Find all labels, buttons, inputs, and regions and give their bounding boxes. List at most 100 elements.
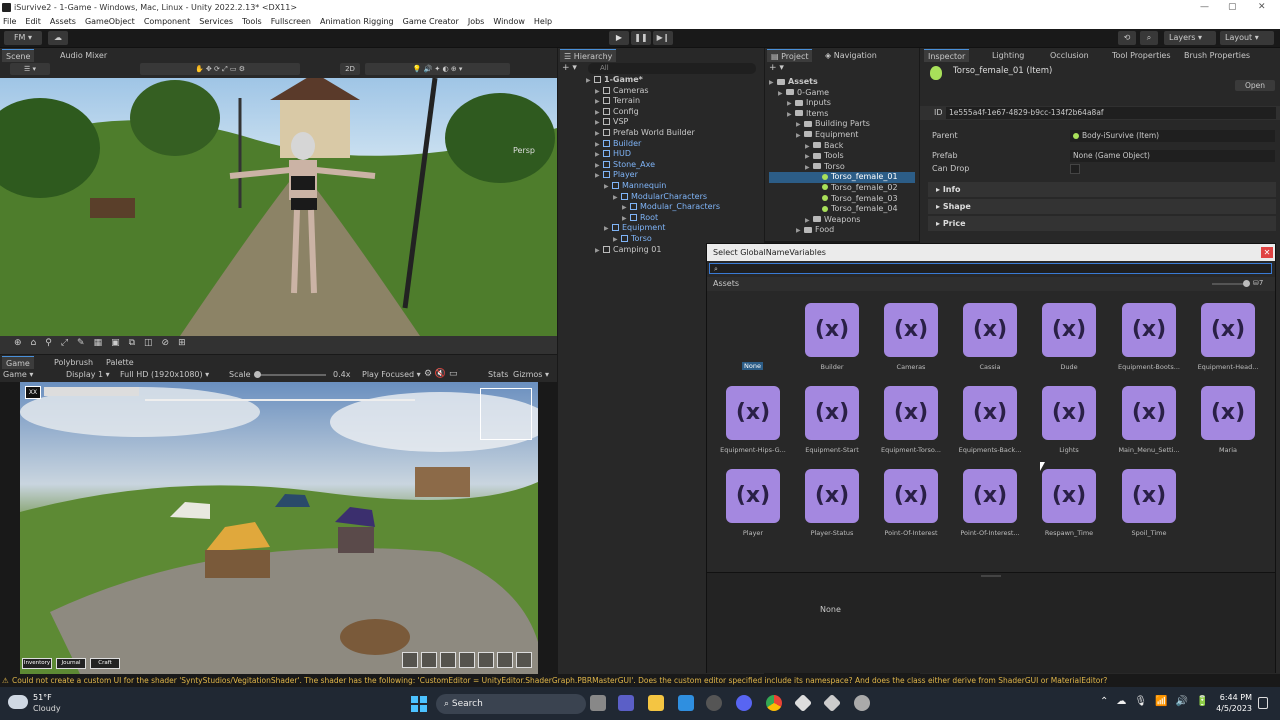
assets-tab-label[interactable]: Assets xyxy=(713,279,739,288)
tab-game[interactable]: Game xyxy=(2,356,34,369)
menu-item-game-creator[interactable]: Game Creator xyxy=(403,15,459,29)
menu-item-tools[interactable]: Tools xyxy=(242,15,262,29)
variable-icon[interactable]: (x) xyxy=(1201,303,1255,357)
menu-item-window[interactable]: Window xyxy=(493,15,525,29)
menu-item-fullscreen[interactable]: Fullscreen xyxy=(271,15,311,29)
variable-icon[interactable]: (x) xyxy=(963,386,1017,440)
hierarchy-item[interactable]: ▶ VSP xyxy=(586,117,761,128)
polybrush-tools-icon[interactable]: ⊕⌂⚲⤢✎▦▣⧉◫⊘⊞ xyxy=(14,338,195,348)
section-info[interactable]: ▸ Info xyxy=(928,182,1276,197)
hierarchy-item[interactable]: ▶ Cameras xyxy=(586,86,761,97)
minimize-icon[interactable]: — xyxy=(1200,0,1209,15)
console-status-bar[interactable]: ⚠ Could not create a custom UI for the sh… xyxy=(0,675,1280,687)
expand-arrow-icon[interactable]: ▶ xyxy=(778,89,786,100)
github-icon[interactable] xyxy=(706,695,722,711)
hierarchy-item[interactable]: ▶ Modular_Characters xyxy=(586,202,761,213)
project-item[interactable]: ▶ Items xyxy=(769,109,915,120)
2d-toggle[interactable]: 2D xyxy=(340,63,360,75)
hierarchy-item[interactable]: ▶ Prefab World Builder xyxy=(586,128,761,139)
project-item[interactable]: ▶ Inputs xyxy=(769,98,915,109)
tab-navigation[interactable]: ◈ Navigation xyxy=(821,49,881,62)
menu-item-edit[interactable]: Edit xyxy=(25,15,41,29)
project-item[interactable]: Torso_female_04 xyxy=(769,204,915,215)
history-icon[interactable]: ⟲ xyxy=(1118,31,1136,45)
play-button[interactable]: ▶ xyxy=(609,31,629,45)
variable-icon[interactable]: (x) xyxy=(1122,386,1176,440)
section-shape[interactable]: ▸ Shape xyxy=(928,199,1276,214)
tab-project[interactable]: ▤ Project xyxy=(767,49,813,62)
menu-item-jobs[interactable]: Jobs xyxy=(468,15,485,29)
zoom-slider-thumb[interactable] xyxy=(1243,280,1250,287)
expand-arrow-icon[interactable]: ▶ xyxy=(613,193,621,204)
tab-polybrush[interactable]: Polybrush xyxy=(50,356,97,369)
hierarchy-item[interactable]: ▶ 1-Game* xyxy=(586,75,761,86)
foldout-arrow-icon[interactable]: ▸ xyxy=(936,202,943,211)
hotbar-slot[interactable] xyxy=(497,652,513,668)
project-item[interactable]: Torso_female_03 xyxy=(769,194,915,205)
hierarchy-search-input[interactable]: All xyxy=(588,63,756,74)
search-icon[interactable]: ⌕ xyxy=(1140,31,1158,45)
can-drop-checkbox[interactable] xyxy=(1070,164,1080,174)
tab-audio-mixer[interactable]: Audio Mixer xyxy=(56,49,111,62)
variable-icon[interactable]: (x) xyxy=(1042,303,1096,357)
variable-icon[interactable]: (x) xyxy=(1042,469,1096,523)
scene-tools-button[interactable]: ☰ ▾ xyxy=(10,63,50,75)
project-item[interactable]: ▶ Torso xyxy=(769,162,915,173)
prefab-field[interactable]: None (Game Object) xyxy=(1070,150,1275,162)
variable-icon[interactable]: (x) xyxy=(963,303,1017,357)
project-item[interactable]: ▶ Food xyxy=(769,225,915,236)
layout-dropdown[interactable]: Layout ▾ xyxy=(1220,31,1274,45)
hierarchy-item[interactable]: ▶ ModularCharacters xyxy=(586,192,761,203)
clock-date[interactable]: 4/5/2023 xyxy=(1212,704,1252,713)
hotbar-slot[interactable] xyxy=(402,652,418,668)
tab-tool-properties[interactable]: Tool Properties xyxy=(1108,49,1175,62)
expand-arrow-icon[interactable]: ▶ xyxy=(595,129,603,140)
variable-icon[interactable]: (x) xyxy=(963,469,1017,523)
hotbar-slot[interactable] xyxy=(516,652,532,668)
file-explorer-icon[interactable] xyxy=(648,695,664,711)
tab-scene[interactable]: Scene xyxy=(2,49,35,62)
variable-icon[interactable]: (x) xyxy=(884,386,938,440)
variable-icon[interactable]: (x) xyxy=(1042,386,1096,440)
expand-arrow-icon[interactable]: ▶ xyxy=(595,171,603,182)
maximize-icon[interactable]: ▢ xyxy=(1228,0,1237,15)
hierarchy-item[interactable]: ▶ Stone_Axe xyxy=(586,160,761,171)
project-item[interactable]: ▶ 0-Game xyxy=(769,88,915,99)
menu-item-file[interactable]: File xyxy=(3,15,16,29)
variable-icon[interactable]: (x) xyxy=(1122,469,1176,523)
dialog-close-icon[interactable]: ✕ xyxy=(1261,247,1273,258)
discord-icon[interactable] xyxy=(736,695,752,711)
variable-icon[interactable]: (x) xyxy=(805,303,859,357)
project-item[interactable]: ▶ Back xyxy=(769,141,915,152)
tab-inspector[interactable]: Inspector xyxy=(924,49,970,62)
variable-icon[interactable]: (x) xyxy=(884,469,938,523)
hierarchy-item[interactable]: ▶ Equipment xyxy=(586,223,761,234)
hierarchy-item[interactable]: ▶ Mannequin xyxy=(586,181,761,192)
inventory-button[interactable]: Inventory xyxy=(22,658,52,669)
project-item[interactable]: ▶ Weapons xyxy=(769,215,915,226)
display-dropdown[interactable]: Display 1 ▾ xyxy=(66,370,110,379)
scale-slider[interactable] xyxy=(254,371,326,378)
expand-arrow-icon[interactable]: ▶ xyxy=(604,224,612,235)
unity-editor-icon[interactable] xyxy=(822,693,842,713)
foldout-arrow-icon[interactable]: ▸ xyxy=(936,185,943,194)
hierarchy-item[interactable]: ▶ Player xyxy=(586,170,761,181)
hotbar-slot[interactable] xyxy=(459,652,475,668)
pause-button[interactable]: ❚❚ xyxy=(631,31,651,45)
foldout-arrow-icon[interactable]: ▸ xyxy=(936,219,943,228)
step-button[interactable]: ▶❙ xyxy=(653,31,673,45)
hierarchy-item[interactable]: ▶ Config xyxy=(586,107,761,118)
expand-arrow-icon[interactable]: ▶ xyxy=(769,78,777,89)
layers-dropdown[interactable]: Layers ▾ xyxy=(1164,31,1216,45)
system-tray-icons[interactable]: ⌃☁🎙📶🔊🔋 xyxy=(1100,696,1216,707)
id-field[interactable]: 1e555a4f-1e67-4829-b9cc-134f2b64a8af xyxy=(946,107,1276,119)
tab-occlusion[interactable]: Occlusion xyxy=(1046,49,1093,62)
project-item[interactable]: ▶ Assets xyxy=(769,77,915,88)
project-item[interactable]: ▶ Building Parts xyxy=(769,119,915,130)
expand-arrow-icon[interactable]: ▶ xyxy=(586,76,594,87)
hotbar-slot[interactable] xyxy=(421,652,437,668)
tab-brush-properties[interactable]: Brush Properties xyxy=(1180,49,1254,62)
create-asset-button[interactable]: + ▾ xyxy=(769,63,784,73)
chrome-icon[interactable] xyxy=(766,695,782,711)
close-icon[interactable]: ✕ xyxy=(1258,0,1266,15)
